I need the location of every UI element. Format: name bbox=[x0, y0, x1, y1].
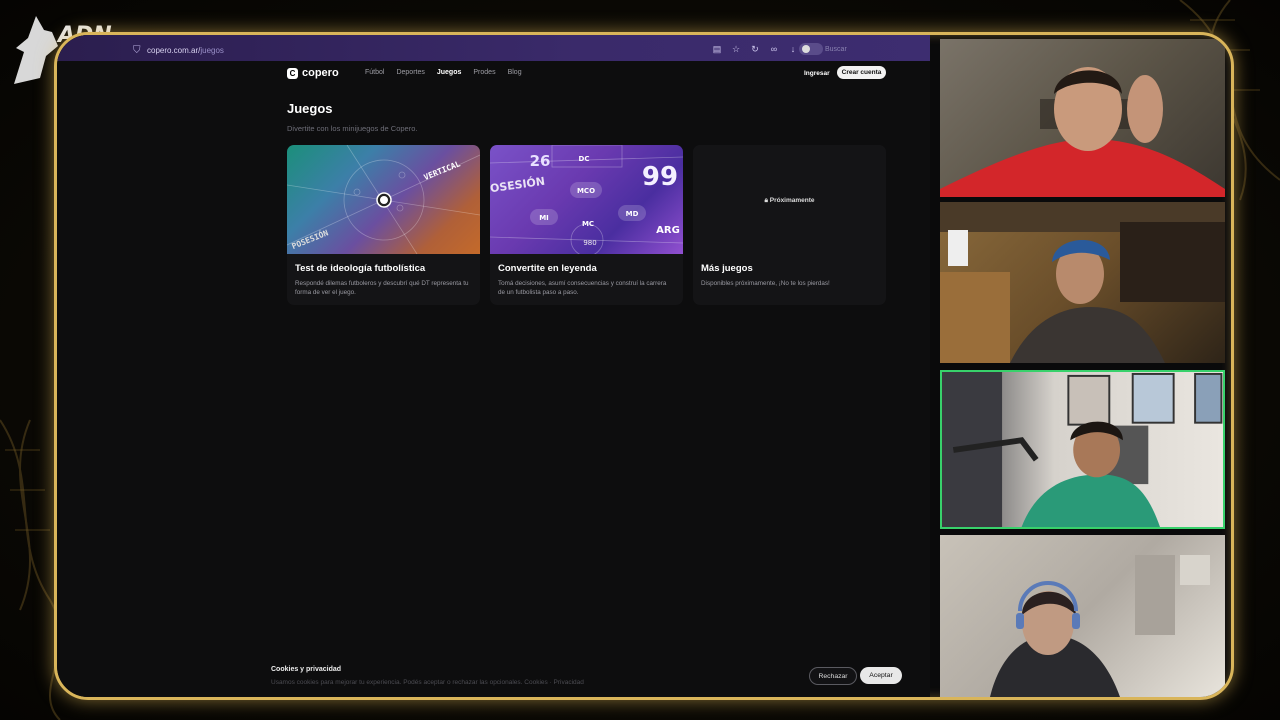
toolbar-icons: ▤ ☆ ↻ ∞ ↓ bbox=[712, 44, 798, 55]
cookie-banner-text: Usamos cookies para mejorar tu experienc… bbox=[271, 679, 584, 686]
page-title: Juegos bbox=[287, 101, 333, 116]
stream-frame: ⛉ copero.com.ar/juegos ▤ ☆ ↻ ∞ ↓ Buscar … bbox=[54, 32, 1234, 700]
accept-cookies-button[interactable]: Aceptar bbox=[860, 667, 902, 684]
url-path: juegos bbox=[200, 46, 224, 55]
card-label-980: 980 bbox=[583, 239, 596, 247]
card-label-posesion: POSESIÓN bbox=[290, 226, 330, 251]
card-label-26: 26 bbox=[530, 152, 551, 170]
nav-futbol[interactable]: Fútbol bbox=[365, 69, 384, 76]
card-label-mco: MCO bbox=[577, 187, 595, 195]
game-card-mas-juegos[interactable]: 🔒︎ Próximamente Más juegos Disponibles p… bbox=[693, 145, 886, 305]
nav-deportes[interactable]: Deportes bbox=[396, 69, 424, 76]
nav-prodes[interactable]: Prodes bbox=[473, 69, 495, 76]
card-label-md: MD bbox=[626, 210, 639, 218]
main-nav: Fútbol Deportes Juegos Prodes Blog bbox=[365, 69, 522, 76]
card-label-mi: MI bbox=[539, 214, 549, 222]
card-label-posesion-2: POSESIÓN bbox=[490, 175, 546, 197]
coming-soon-label: Próximamente bbox=[769, 197, 815, 204]
card-image-leyenda: 26 DC 99 MCO MI MD MC 980 ARG POSESIÓN bbox=[490, 145, 683, 254]
url-host: copero.com.ar/ bbox=[147, 46, 201, 55]
login-link[interactable]: Ingresar bbox=[804, 70, 830, 77]
card-label-dc: DC bbox=[579, 155, 590, 163]
card-label-vertical: VERTICAL bbox=[423, 159, 462, 182]
copero-logo-icon: C bbox=[287, 67, 298, 79]
card-title: Más juegos bbox=[701, 263, 753, 274]
card-label-arg: ARG bbox=[656, 225, 680, 236]
card-description: Disponibles próximamente, ¡No te los pie… bbox=[701, 280, 830, 287]
card-title: Convertite en leyenda bbox=[498, 263, 597, 274]
coming-soon-badge: 🔒︎ Próximamente bbox=[693, 197, 886, 205]
reader-icon[interactable]: ▤ bbox=[712, 44, 722, 55]
nav-juegos[interactable]: Juegos bbox=[437, 69, 462, 76]
card-description: Tomá decisiones, asumí consecuencias y c… bbox=[498, 280, 667, 296]
cookie-banner-title: Cookies y privacidad bbox=[271, 666, 342, 673]
card-image-placeholder: 🔒︎ Próximamente bbox=[693, 145, 886, 254]
card-image-ideologia: VERTICAL POSESIÓN bbox=[287, 145, 480, 254]
card-title: Test de ideología futbolística bbox=[295, 263, 426, 274]
signup-button[interactable]: Crear cuenta bbox=[837, 66, 886, 79]
browser-window: ⛉ copero.com.ar/juegos ▤ ☆ ↻ ∞ ↓ Buscar … bbox=[57, 35, 930, 697]
site-logo[interactable]: C copero bbox=[287, 67, 339, 79]
webcam-participant-4 bbox=[940, 535, 1225, 697]
site-name: copero bbox=[302, 67, 339, 79]
webcam-participant-1 bbox=[940, 39, 1225, 197]
shield-icon[interactable]: ⛉ bbox=[133, 45, 141, 56]
search-engine-selector[interactable] bbox=[799, 43, 823, 55]
bookmark-star-icon[interactable]: ☆ bbox=[731, 44, 741, 55]
game-card-ideologia[interactable]: VERTICAL POSESIÓN Test de ideología futb… bbox=[287, 145, 480, 305]
card-label-99: 99 bbox=[642, 162, 678, 192]
card-description: Respondé dilemas futboleros y descubrí q… bbox=[295, 280, 469, 296]
nav-blog[interactable]: Blog bbox=[508, 69, 522, 76]
card-label-mc: MC bbox=[582, 220, 594, 228]
webcam-participant-2 bbox=[940, 202, 1225, 363]
link-icon[interactable]: ∞ bbox=[769, 44, 779, 55]
reject-cookies-button[interactable]: Rechazar bbox=[809, 667, 857, 685]
url-text[interactable]: copero.com.ar/juegos bbox=[147, 46, 224, 55]
address-bar[interactable]: ⛉ copero.com.ar/juegos ▤ ☆ ↻ ∞ ↓ Buscar bbox=[57, 35, 930, 61]
search-input[interactable]: Buscar bbox=[825, 46, 847, 53]
reload-icon[interactable]: ↻ bbox=[750, 44, 760, 55]
page-subtitle: Divertite con los minijuegos de Copero. bbox=[287, 124, 418, 133]
download-icon[interactable]: ↓ bbox=[788, 44, 798, 55]
game-card-leyenda[interactable]: 26 DC 99 MCO MI MD MC 980 ARG POSESIÓN C… bbox=[490, 145, 683, 305]
webcam-participant-3-active bbox=[940, 370, 1225, 529]
